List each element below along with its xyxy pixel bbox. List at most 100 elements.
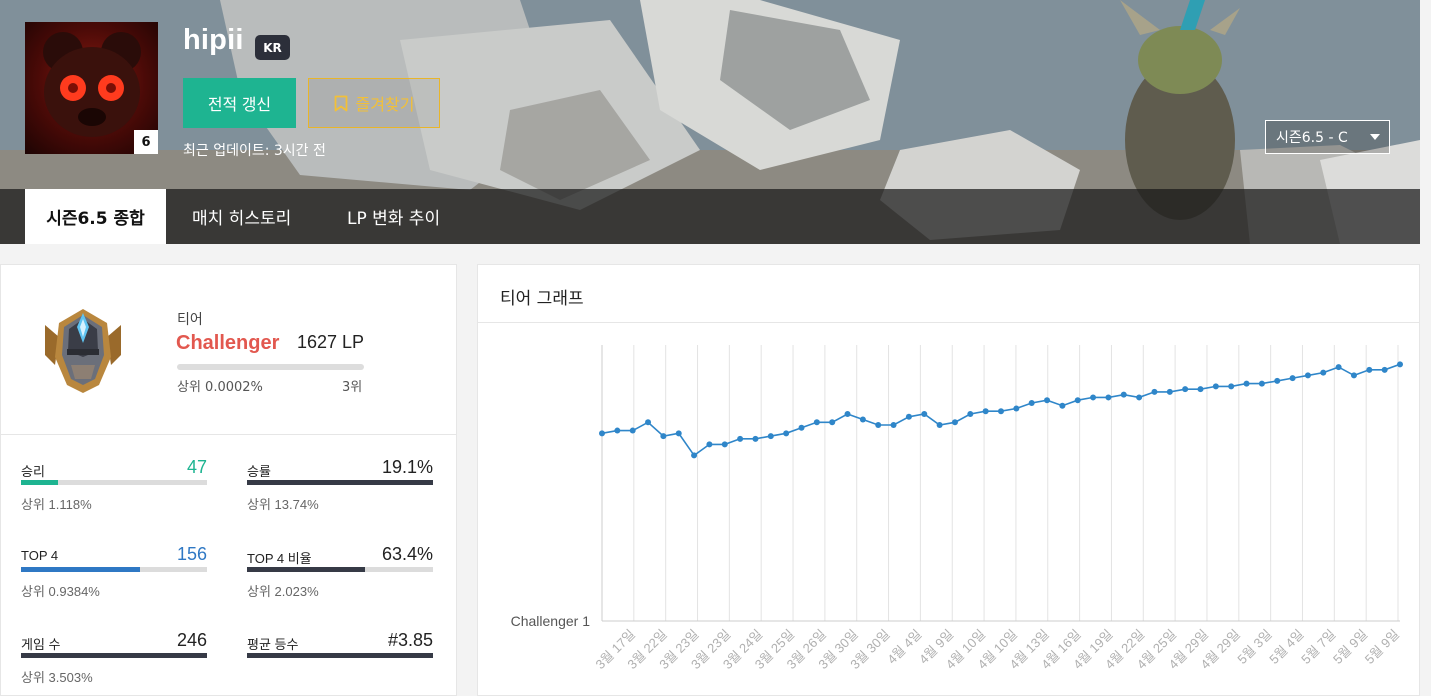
data-point [1074, 397, 1081, 404]
stat-label: TOP 4 [21, 548, 59, 563]
data-point [721, 441, 728, 448]
data-point [890, 422, 897, 429]
season-dropdown-value: 시즌6.5 - C [1276, 130, 1348, 146]
tier-name: Challenger [176, 332, 280, 354]
stat-avg-placement: 평균 등수 #3.85 [247, 630, 433, 694]
data-point [859, 416, 866, 423]
stat-bar [247, 480, 433, 485]
region-badge: KR [255, 35, 290, 60]
stat-bar-fill [21, 480, 59, 485]
data-point [1335, 364, 1342, 371]
data-point [1120, 391, 1127, 398]
data-point [1304, 372, 1311, 379]
data-point [1243, 380, 1250, 387]
tab-season-overview[interactable]: 시즌6.5 종합 [25, 189, 166, 244]
stat-value: 63.4% [381, 544, 433, 564]
stat-top4-rate: TOP 4 비율 63.4% 상위 2.023% [247, 544, 433, 608]
stat-bar [21, 480, 207, 485]
data-point [1059, 402, 1066, 409]
stat-top-percent: 상위 0.9384% [21, 584, 100, 599]
favorite-button[interactable]: 즐겨찾기 [308, 78, 440, 128]
x-tick-label: 5월 4일 [1266, 627, 1306, 667]
data-point [936, 422, 943, 429]
data-point [1166, 388, 1173, 395]
stat-bar-fill [247, 567, 365, 572]
summary-panel: 티어 Challenger 1627 LP 상위 0.0002% 3위 승리 4… [0, 264, 457, 696]
season-dropdown[interactable]: 시즌6.5 - C [1265, 120, 1390, 154]
data-point [783, 430, 790, 437]
data-point [1366, 366, 1373, 373]
stat-value: #3.85 [387, 630, 433, 650]
stat-value: 246 [176, 630, 207, 650]
profile-tabs: 시즌6.5 종합 매치 히스토리 LP 변화 추이 [0, 189, 1420, 244]
tier-top-percent: 상위 0.0002% [177, 380, 263, 395]
y-tick-label: Challenger 1 [511, 613, 591, 629]
tier-progress-bar [177, 364, 364, 370]
x-tick-label: 5월 9일 [1362, 627, 1402, 667]
caret-down-icon [1370, 134, 1380, 140]
stat-bar [247, 653, 433, 658]
data-point [1151, 388, 1158, 395]
stat-value: 19.1% [381, 457, 433, 477]
stat-bar-fill [247, 480, 433, 485]
last-update-text: 최근 업데이트: 3시간 전 [183, 143, 326, 159]
data-point [599, 430, 605, 437]
data-point [967, 411, 974, 417]
data-point [1028, 399, 1035, 406]
data-point [1258, 380, 1265, 387]
level-badge: 6 [134, 130, 158, 154]
tier-lp: 1627 LP [297, 332, 365, 352]
data-point [1289, 375, 1296, 382]
data-point [998, 408, 1004, 415]
tab-lp-trend[interactable]: LP 변화 추이 [347, 189, 440, 244]
data-point [875, 422, 882, 429]
data-point [844, 411, 851, 417]
data-point [691, 452, 698, 459]
stat-label: 승률 [247, 464, 271, 479]
tier-graph-panel: 티어 그래프 3월 17일 3월 22일 3월 23일 3월 23일 3월 24일 3월 … [477, 264, 1420, 696]
data-point [1044, 397, 1051, 404]
data-point [1197, 386, 1204, 393]
challenger-emblem-icon [45, 309, 121, 393]
x-tick-label: 5월 7일 [1298, 627, 1338, 667]
data-point [1381, 366, 1388, 373]
tier-line-chart: 3월 17일3월 22일3월 23일3월 23일3월 24일3월 25일3월 2… [511, 345, 1403, 672]
data-point [675, 430, 682, 437]
data-point [1182, 386, 1189, 393]
tier-rank: 3위 [342, 380, 363, 395]
stat-bar-fill [21, 653, 207, 658]
tier-label: 티어 [177, 312, 203, 328]
stat-bar [21, 653, 207, 658]
summoner-name: hipii [183, 24, 244, 56]
data-point [645, 419, 652, 426]
stat-bar-fill [247, 653, 433, 658]
stat-label: TOP 4 비율 [247, 551, 312, 566]
tab-match-history[interactable]: 매치 히스토리 [192, 189, 291, 244]
stat-bar-fill [21, 567, 141, 572]
data-point [1320, 369, 1327, 376]
stat-label: 게임 수 [21, 637, 61, 652]
data-point [1090, 394, 1097, 401]
data-point [1212, 383, 1219, 390]
data-point [1136, 394, 1143, 401]
stat-value: 47 [186, 457, 207, 477]
data-point [951, 419, 958, 426]
stat-top-percent: 상위 13.74% [247, 497, 319, 512]
data-point [614, 427, 621, 434]
stat-top-percent: 상위 1.118% [21, 497, 92, 512]
data-point [1274, 377, 1281, 384]
stat-wins: 승리 47 상위 1.118% [21, 457, 207, 521]
stat-label: 승리 [21, 464, 45, 479]
data-point [798, 424, 805, 431]
data-point [1397, 361, 1403, 368]
stat-bar [247, 567, 433, 572]
profile-header: 6 hipii KR 전적 갱신 즐겨찾기 최근 업데이트: 3시간 전 시즌6… [0, 0, 1420, 244]
stat-value: 156 [176, 544, 207, 564]
data-point [813, 419, 820, 426]
tier-section: 티어 Challenger 1627 LP 상위 0.0002% 3위 [1, 265, 456, 435]
data-point [982, 408, 989, 415]
stat-win-rate: 승률 19.1% 상위 13.74% [247, 457, 433, 521]
stat-label: 평균 등수 [247, 637, 299, 652]
refresh-button[interactable]: 전적 갱신 [183, 78, 296, 128]
stat-top-percent: 상위 2.023% [247, 584, 319, 599]
